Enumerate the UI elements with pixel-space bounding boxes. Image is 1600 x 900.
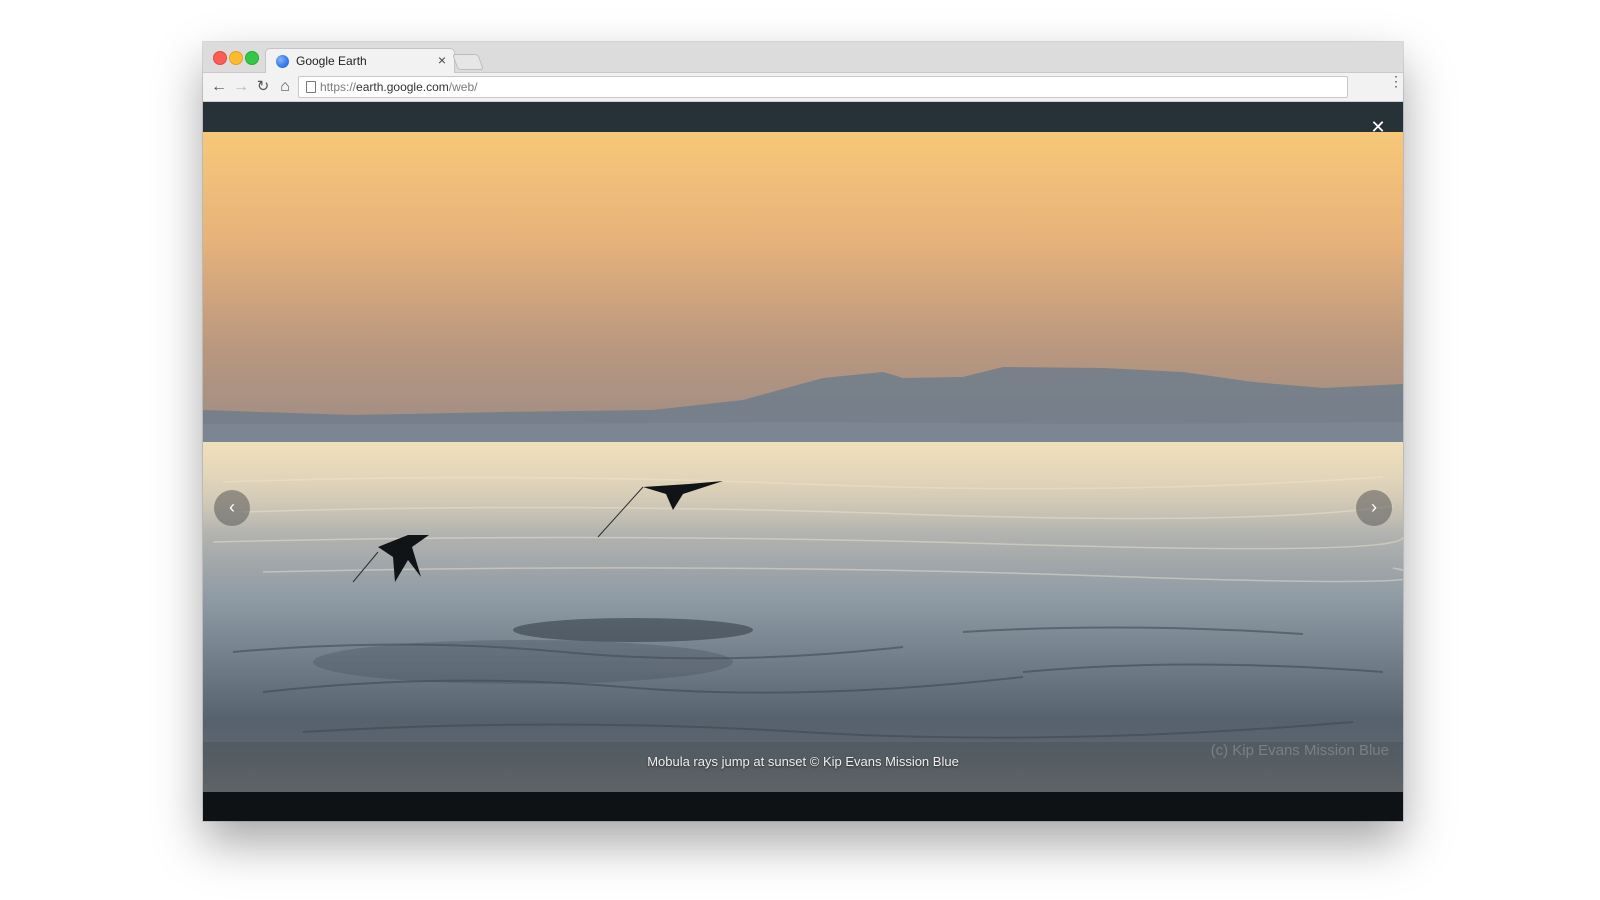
google-earth-icon bbox=[276, 55, 289, 68]
url-host: earth.google.com bbox=[356, 80, 449, 94]
caption-bar bbox=[203, 792, 1403, 821]
photo-viewer: ✕ (c) Kip Evans Mission Blue Mobula rays… bbox=[203, 102, 1403, 821]
back-button[interactable]: ← bbox=[209, 77, 229, 97]
browser-menu-button[interactable]: ⋮ bbox=[1389, 74, 1403, 96]
close-window-button[interactable] bbox=[213, 51, 227, 65]
browser-toolbar: ← → ↻ ⌂ https://earth.google.com/web/ ⋮ bbox=[203, 73, 1403, 102]
previous-photo-button[interactable]: ‹ bbox=[214, 490, 250, 526]
photo-image bbox=[203, 132, 1403, 792]
browser-window: Google Earth × ← → ↻ ⌂ https://earth.goo… bbox=[203, 42, 1403, 821]
home-button[interactable]: ⌂ bbox=[275, 77, 295, 97]
reload-button[interactable]: ↻ bbox=[253, 77, 273, 97]
page-icon bbox=[306, 81, 316, 93]
photo-caption: Mobula rays jump at sunset © Kip Evans M… bbox=[647, 754, 959, 769]
tab-strip: Google Earth × bbox=[203, 42, 1403, 74]
url-scheme: https:// bbox=[320, 80, 357, 94]
tab-close-button[interactable]: × bbox=[438, 52, 446, 68]
tab-google-earth[interactable]: Google Earth × bbox=[265, 48, 455, 74]
url-text[interactable]: https://earth.google.com/web/ bbox=[320, 80, 477, 94]
minimize-window-button[interactable] bbox=[229, 51, 243, 65]
forward-button[interactable]: → bbox=[231, 77, 251, 97]
address-bar[interactable]: https://earth.google.com/web/ bbox=[298, 76, 1348, 98]
photo bbox=[203, 132, 1403, 792]
tab-title: Google Earth bbox=[296, 54, 367, 68]
next-photo-button[interactable]: › bbox=[1356, 490, 1392, 526]
new-tab-button[interactable] bbox=[452, 54, 484, 70]
viewer-top-bar bbox=[203, 102, 1403, 132]
url-path: /web/ bbox=[448, 80, 478, 94]
zoom-window-button[interactable] bbox=[245, 51, 259, 65]
